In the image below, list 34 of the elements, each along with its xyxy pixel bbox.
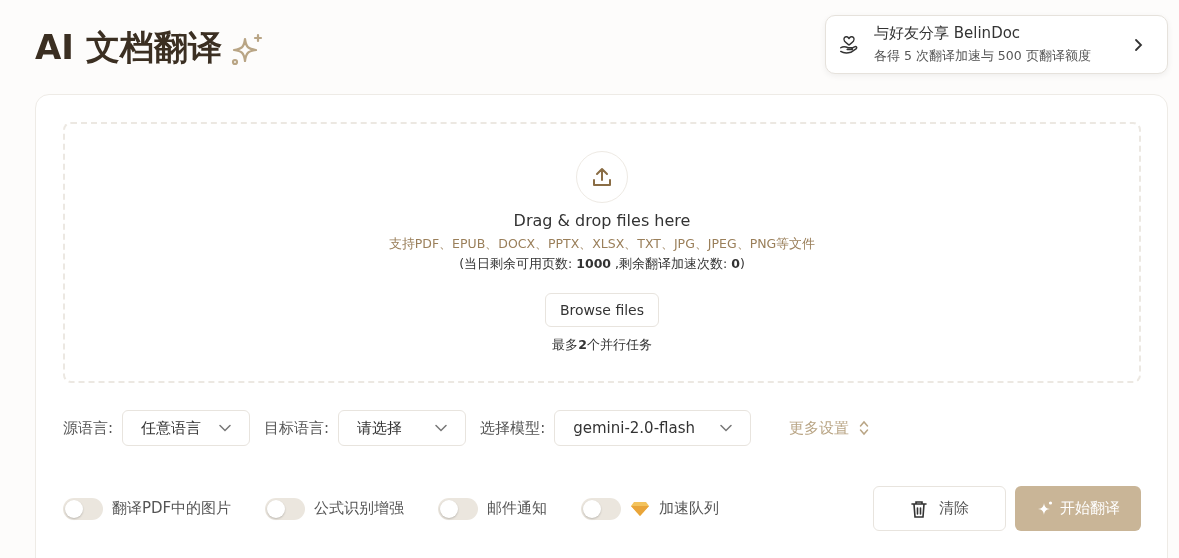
browse-files-button[interactable]: Browse files <box>544 293 659 327</box>
sparkle-icon <box>229 33 264 67</box>
toggle-switch[interactable] <box>438 497 479 520</box>
chevron-right-icon <box>1133 37 1143 52</box>
heart-hand-icon <box>838 33 860 56</box>
dropzone[interactable]: Drag & drop files here 支持PDF、EPUB、DOCX、PPTX、XLSX、TXT、JPG、JPEG、PNG等文件 (当日剩余可用页数: 1000 ,剩余翻译加速次数: 0) Browse files 最多2个并行任务 <box>63 122 1141 383</box>
quota-text: (当日剩余可用页数: 1000 ,剩余翻译加速次数: 0) <box>459 256 745 273</box>
toggle-label: 翻译PDF中的图片 <box>112 499 232 518</box>
dropdown[interactable]: 请选择 <box>338 410 467 446</box>
trash-icon <box>910 499 927 518</box>
page-title: AI 文档翻译 <box>35 26 222 69</box>
select-label: 选择模型: <box>480 418 546 438</box>
select-label: 目标语言: <box>264 418 330 438</box>
share-card[interactable]: 与好友分享 BelinDoc 各得 5 次翻译加速与 500 页翻译额度 <box>825 15 1168 74</box>
share-title: 与好友分享 BelinDoc <box>874 24 1022 43</box>
diamond-icon <box>630 500 651 517</box>
toggle-label: 邮件通知 <box>487 499 548 518</box>
chevron-down-icon <box>219 424 232 432</box>
toggle-switch[interactable] <box>265 497 306 520</box>
clear-button[interactable]: 清除 <box>873 486 1006 531</box>
dropdown[interactable]: gemini-2.0-flash <box>554 410 752 446</box>
select-label: 源语言: <box>63 418 114 438</box>
supported-formats: 支持PDF、EPUB、DOCX、PPTX、XLSX、TXT、JPG、JPEG、PNG等文件 <box>388 236 816 253</box>
toggle-switch[interactable] <box>581 497 622 520</box>
toggle-label: 公式识别增强 <box>314 499 405 518</box>
expand-icon <box>859 420 870 436</box>
share-subtitle: 各得 5 次翻译加速与 500 页翻译额度 <box>874 48 1092 65</box>
toggle-switch[interactable] <box>63 497 103 520</box>
dropzone-heading: Drag & drop files here <box>513 211 691 230</box>
toggle-label: 加速队列 <box>659 499 720 518</box>
chevron-down-icon <box>435 424 448 432</box>
task-limit-text: 最多2个并行任务 <box>552 337 652 354</box>
dropdown[interactable]: 任意语言 <box>122 410 251 446</box>
chevron-down-icon <box>720 424 733 432</box>
